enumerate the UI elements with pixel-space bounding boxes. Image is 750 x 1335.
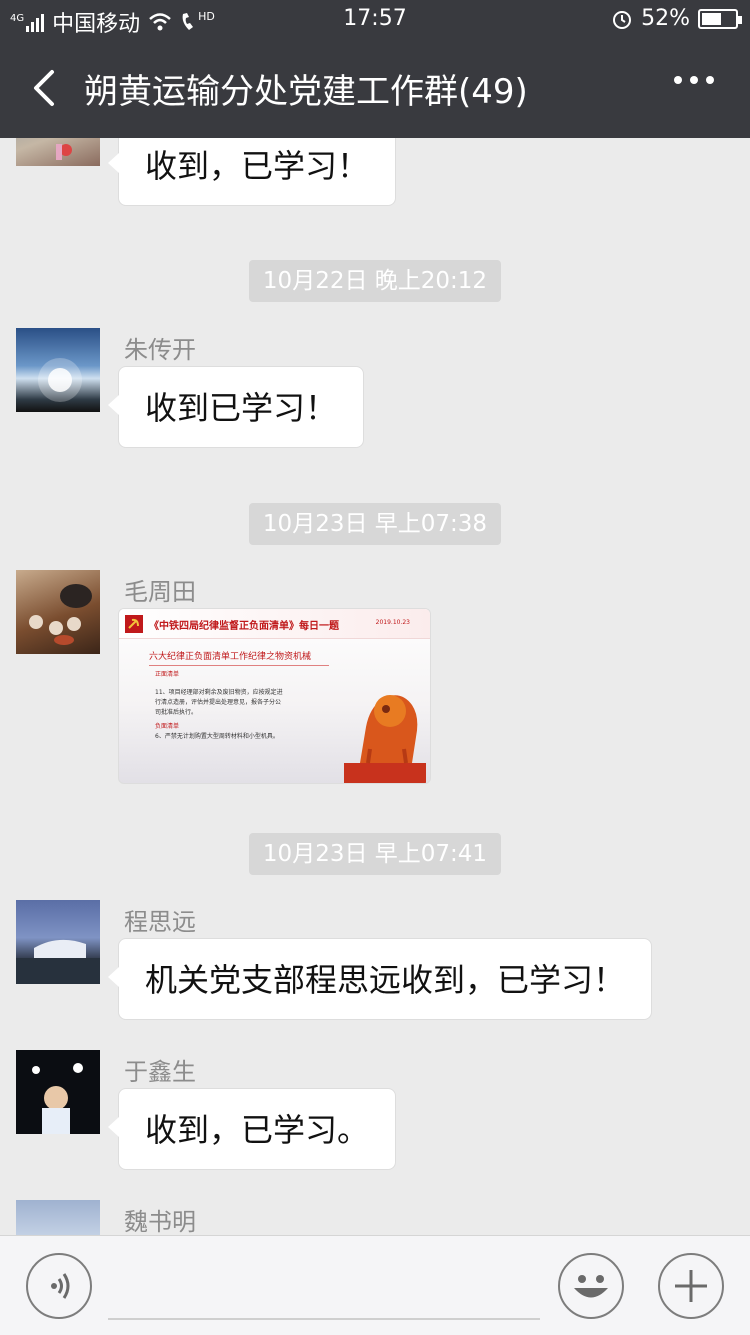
message-bubble[interactable]: 收到，已学习！ [107, 138, 397, 206]
voice-button[interactable] [26, 1253, 92, 1319]
sender-name: 于鑫生 [124, 1058, 196, 1086]
message-bubble[interactable]: 收到已学习！ [107, 366, 365, 448]
top-bar: 4G 中国移动 HD 17:57 52% 朔黄运输分处党建工作群(49) [0, 0, 750, 138]
emoji-button[interactable] [558, 1253, 624, 1319]
emoji-icon [574, 1275, 608, 1298]
battery-percent: 52% [641, 6, 690, 31]
plus-icon [675, 1270, 707, 1302]
sender-name: 魏书明 [124, 1208, 196, 1235]
timestamp: 10月23日 早上07:38 [0, 503, 750, 545]
avatar[interactable] [16, 328, 100, 412]
avatar[interactable] [16, 900, 100, 984]
image-line: 行清点造册，评估并提出处理意见，报各子分公 [155, 699, 282, 706]
image-date: 2019.10.23 [375, 619, 410, 626]
avatar[interactable] [16, 138, 100, 166]
party-emblem-icon [125, 615, 143, 633]
timestamp: 10月23日 早上07:41 [0, 833, 750, 875]
sender-name: 朱传开 [124, 336, 196, 364]
image-section-positive: 正面清单 [155, 671, 180, 678]
image-subtitle: 六大纪律正负面清单工作纪律之物资机械 [149, 652, 312, 662]
image-title: 《中铁四局纪律监督正负面清单》每日一题 [149, 621, 339, 632]
status-bar: 4G 中国移动 HD 17:57 52% [0, 0, 750, 38]
image-line: 司批准后执行。 [155, 709, 198, 716]
message-bubble[interactable]: 机关党支部程思远收到，已学习！ [107, 938, 653, 1020]
message-bubble[interactable]: 收到，已学习。 [107, 1088, 397, 1170]
nav-bar: 朔黄运输分处党建工作群(49) [0, 38, 750, 138]
plus-button[interactable] [658, 1253, 724, 1319]
image-message[interactable]: 《中铁四局纪律监督正负面清单》每日一题 2019.10.23 六大纪律正负面清单… [118, 608, 431, 784]
lion-statue-image [344, 695, 426, 783]
sender-name: 毛周田 [124, 578, 196, 606]
voice-icon [51, 1273, 70, 1299]
image-line: 6、严禁无计划购置大型周转材料和小型机具。 [155, 733, 279, 740]
image-section-negative: 负面清单 [155, 723, 180, 730]
alarm-icon [613, 10, 632, 29]
more-icon[interactable] [674, 76, 714, 84]
message-input[interactable] [108, 1318, 540, 1320]
sender-name: 程思远 [124, 908, 196, 936]
chat-area[interactable]: 收到，已学习！ 10月22日 晚上20:12 朱传开 收到已学习！ 10月23日… [0, 138, 750, 1235]
image-line: 11、项目经理部对剩余及废旧物资，应按规定进 [155, 689, 283, 696]
back-arrow-icon[interactable] [28, 66, 68, 110]
battery-icon [698, 8, 742, 29]
timestamp: 10月22日 晚上20:12 [0, 260, 750, 302]
avatar[interactable] [16, 1050, 100, 1134]
chat-title: 朔黄运输分处党建工作群(49) [84, 72, 528, 112]
avatar[interactable] [16, 1200, 100, 1235]
input-bar [0, 1235, 750, 1335]
avatar[interactable] [16, 570, 100, 654]
